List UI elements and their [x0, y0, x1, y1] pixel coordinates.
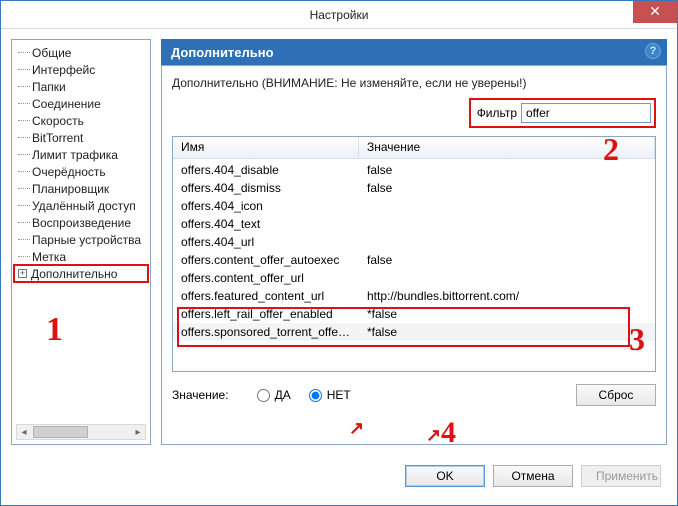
close-button[interactable]: ✕	[633, 1, 677, 23]
tree-item[interactable]: Общие	[14, 44, 148, 61]
expand-icon[interactable]: +	[18, 269, 27, 278]
content-panel: Дополнительно ? Дополнительно (ВНИМАНИЕ:…	[161, 39, 667, 445]
table-row[interactable]: offers.404_icon	[173, 197, 655, 215]
tree-item[interactable]: Интерфейс	[14, 61, 148, 78]
content-inner: Дополнительно (ВНИМАНИЕ: Не изменяйте, е…	[161, 65, 667, 445]
table-row[interactable]: offers.404_text	[173, 215, 655, 233]
titlebar: Настройки ✕	[1, 1, 677, 29]
filter-highlight-box: Фильтр	[469, 98, 656, 128]
radio-yes-input[interactable]	[257, 389, 270, 402]
table-row[interactable]: offers.content_offer_url	[173, 269, 655, 287]
tree-item[interactable]: Парные устройства	[14, 231, 148, 248]
tree-item[interactable]: Скорость	[14, 112, 148, 129]
table-row[interactable]: offers.sponsored_torrent_offer...*false	[173, 323, 655, 341]
table-row[interactable]: offers.404_dismissfalse	[173, 179, 655, 197]
column-value[interactable]: Значение	[359, 137, 655, 158]
tree-item[interactable]: Удалённый доступ	[14, 197, 148, 214]
category-tree: Общие Интерфейс Папки Соединение Скорост…	[11, 39, 151, 445]
table-row[interactable]: offers.404_url	[173, 233, 655, 251]
tree-item[interactable]: Планировщик	[14, 180, 148, 197]
apply-button[interactable]: Применить	[581, 465, 661, 487]
table-row[interactable]: offers.content_offer_autoexecfalse	[173, 251, 655, 269]
filter-label: Фильтр	[477, 106, 517, 120]
tree-item[interactable]: Соединение	[14, 95, 148, 112]
column-name[interactable]: Имя	[173, 137, 359, 158]
filter-input[interactable]	[521, 103, 651, 123]
table-row[interactable]: offers.featured_content_urlhttp://bundle…	[173, 287, 655, 305]
radio-no[interactable]: НЕТ	[309, 388, 351, 402]
tree-item[interactable]: Метка	[14, 248, 148, 265]
filter-row: Фильтр	[172, 98, 656, 128]
tree-item-advanced[interactable]: + Дополнительно	[14, 265, 148, 282]
table-header: Имя Значение	[173, 137, 655, 159]
reset-button[interactable]: Сброс	[576, 384, 656, 406]
value-editor-row: Значение: ДА НЕТ Сброс	[172, 380, 656, 406]
dialog-body: Общие Интерфейс Папки Соединение Скорост…	[1, 29, 677, 455]
help-icon[interactable]: ?	[645, 43, 661, 59]
table-body: offers.404_disablefalse offers.404_dismi…	[173, 159, 655, 343]
tree-item[interactable]: BitTorrent	[14, 129, 148, 146]
radio-no-input[interactable]	[309, 389, 322, 402]
content-title: Дополнительно	[171, 45, 274, 60]
table-row[interactable]: offers.404_disablefalse	[173, 161, 655, 179]
settings-window: Настройки ✕ Общие Интерфейс Папки Соедин…	[0, 0, 678, 506]
dialog-footer: OK Отмена Применить	[1, 455, 677, 505]
content-header: Дополнительно ?	[161, 39, 667, 65]
close-icon: ✕	[649, 3, 661, 19]
radio-yes[interactable]: ДА	[257, 388, 291, 402]
scroll-thumb[interactable]	[33, 426, 88, 438]
tree-item[interactable]: Воспроизведение	[14, 214, 148, 231]
scroll-right-icon[interactable]: ▸	[131, 427, 145, 438]
tree-item[interactable]: Очерёдность	[14, 163, 148, 180]
settings-table: Имя Значение offers.404_disablefalse off…	[172, 136, 656, 372]
table-row[interactable]: offers.left_rail_offer_enabled*false	[173, 305, 655, 323]
cancel-button[interactable]: Отмена	[493, 465, 573, 487]
tree-h-scrollbar[interactable]: ◂ ▸	[16, 424, 146, 440]
tree-item-label: Дополнительно	[31, 267, 117, 281]
warning-text: Дополнительно (ВНИМАНИЕ: Не изменяйте, е…	[172, 76, 656, 90]
ok-button[interactable]: OK	[405, 465, 485, 487]
tree-item[interactable]: Лимит трафика	[14, 146, 148, 163]
tree-item[interactable]: Папки	[14, 78, 148, 95]
window-title: Настройки	[1, 8, 677, 22]
value-label: Значение:	[172, 388, 229, 402]
scroll-left-icon[interactable]: ◂	[17, 427, 31, 438]
